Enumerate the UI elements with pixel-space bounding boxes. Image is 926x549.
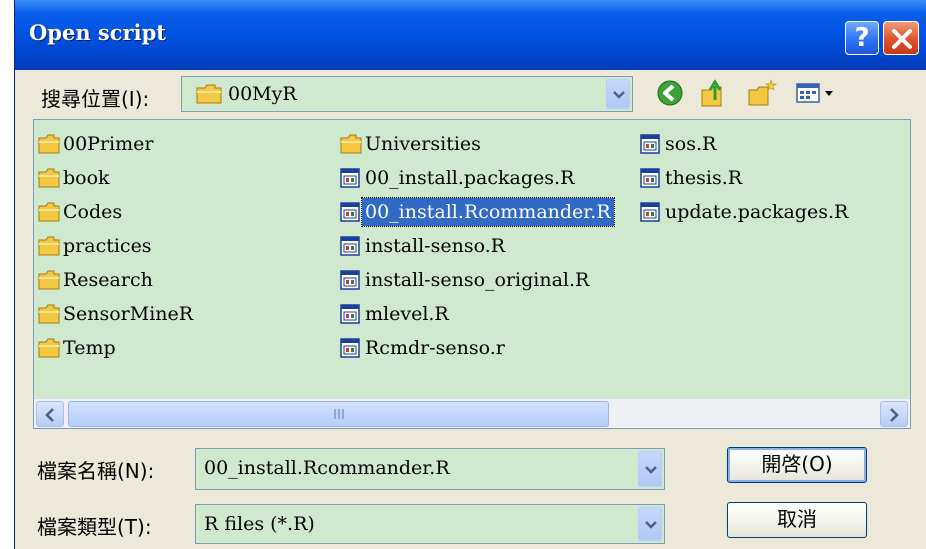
folder-icon <box>38 168 60 196</box>
chevron-down-icon <box>645 466 657 474</box>
up-folder-button[interactable] <box>699 78 729 112</box>
look-in-combo[interactable]: 00MyR <box>181 76 633 112</box>
file-type-label: 檔案類型(T): <box>37 515 152 539</box>
folder-icon <box>38 338 60 366</box>
folder-icon <box>38 202 60 230</box>
scroll-thumb[interactable] <box>68 401 609 427</box>
file-name-combo[interactable]: 00_install.Rcommander.R <box>195 448 665 490</box>
file-item-label: Rcmdr-senso.r <box>365 337 505 359</box>
file-item-label: 00_install.packages.R <box>365 167 575 189</box>
navigation-toolbar <box>655 78 855 112</box>
view-menu-icon <box>796 83 833 103</box>
look-in-dropdown-button[interactable] <box>606 79 630 109</box>
file-item-label: practices <box>63 235 152 257</box>
r-script-icon <box>640 202 660 230</box>
folder-icon <box>38 134 60 162</box>
file-name-label: 檔案名稱(N): <box>37 459 155 483</box>
folder-icon <box>38 236 60 264</box>
chevron-down-icon <box>613 91 625 99</box>
folder-icon <box>340 134 362 162</box>
up-folder-icon <box>701 79 722 107</box>
r-script-icon <box>340 338 360 366</box>
r-script-icon <box>340 304 360 332</box>
file-item-label: install-senso.R <box>365 235 506 257</box>
scroll-grip-icon <box>334 409 346 419</box>
file-list[interactable]: 00Primer book Codes practices Research Sensor… <box>33 119 911 429</box>
r-script-icon <box>340 202 360 230</box>
r-script-icon <box>340 270 360 298</box>
arrow-left-icon <box>45 408 54 422</box>
folder-icon <box>38 270 60 298</box>
open-script-dialog: Open script ? 搜尋位置(I): 00MyR 00Primer bo… <box>14 0 926 549</box>
file-name-dropdown-button[interactable] <box>638 451 662 487</box>
new-folder-icon <box>748 79 778 106</box>
horizontal-scrollbar[interactable] <box>34 398 910 428</box>
title-bar[interactable]: Open script ? <box>15 0 926 70</box>
look-in-label: 搜尋位置(I): <box>41 87 150 111</box>
file-item-label: Codes <box>63 201 123 223</box>
chevron-down-icon <box>645 521 657 529</box>
folder-icon <box>38 304 60 332</box>
r-script-icon <box>640 134 660 162</box>
file-type-dropdown-button[interactable] <box>638 507 662 541</box>
r-script-icon <box>340 236 360 264</box>
r-script-icon <box>640 168 660 196</box>
close-icon <box>892 29 912 49</box>
scroll-right-button[interactable] <box>880 401 908 427</box>
arrow-right-icon <box>890 408 899 422</box>
file-type-value: R files (*.R) <box>204 513 315 535</box>
open-button[interactable]: 開啓(O) <box>727 447 867 483</box>
file-item-label: thesis.R <box>665 167 743 189</box>
file-item-label: Temp <box>63 337 116 359</box>
file-item-label: Universities <box>365 133 481 155</box>
file-item-label: install-senso_original.R <box>365 269 590 291</box>
file-item-label: Research <box>63 269 153 291</box>
file-item-label: 00Primer <box>63 133 154 155</box>
scroll-left-button[interactable] <box>36 401 64 427</box>
help-button[interactable]: ? <box>845 21 879 55</box>
help-icon: ? <box>854 23 870 53</box>
back-button[interactable] <box>655 78 685 112</box>
file-item-label: sos.R <box>665 133 717 155</box>
file-item-label: SensorMineR <box>63 303 194 325</box>
file-type-combo[interactable]: R files (*.R) <box>195 504 665 544</box>
file-item-label: mlevel.R <box>365 303 449 325</box>
folder-icon <box>196 84 222 104</box>
cancel-button[interactable]: 取消 <box>727 502 867 538</box>
close-button[interactable] <box>883 21 919 55</box>
view-menu-button[interactable] <box>795 78 839 112</box>
r-script-icon <box>340 168 360 196</box>
dialog-title: Open script <box>29 20 166 45</box>
look-in-value: 00MyR <box>228 83 297 105</box>
file-item-label: 00_install.Rcommander.R <box>361 197 615 227</box>
file-item-label: update.packages.R <box>665 201 849 223</box>
file-item-label: book <box>63 167 110 189</box>
file-name-input[interactable]: 00_install.Rcommander.R <box>204 457 450 479</box>
back-icon <box>657 80 683 106</box>
new-folder-button[interactable] <box>747 78 778 112</box>
